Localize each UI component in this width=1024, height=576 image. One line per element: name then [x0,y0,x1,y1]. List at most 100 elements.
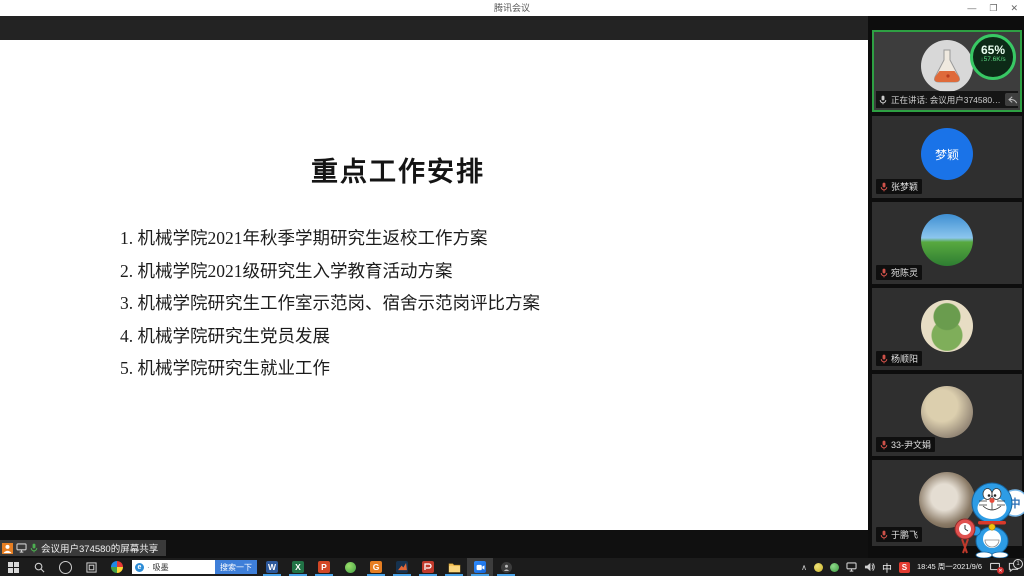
word-icon: W [266,561,278,573]
video-tile-active-speaker[interactable]: 65% ↓57.6K/s 正在讲话: 会议用户374580… [872,30,1022,112]
taskbar-app-matlab[interactable] [389,558,415,576]
mic-muted-icon [880,354,888,364]
browser-e-icon: e [135,563,144,572]
search-icon [34,562,45,573]
windows-taskbar: e · 吸墨 搜索一下 W X P G [0,558,1024,576]
tray-ime-indicator[interactable]: 中 [882,560,892,575]
mic-muted-icon [880,268,888,278]
cpu-percent: 65% [973,44,1013,56]
search-go-button[interactable]: 搜索一下 [215,560,257,574]
name-label: 于鹏飞 [876,527,922,542]
download-rate: ↓57.6K/s [973,56,1013,64]
task-view-button[interactable] [78,558,104,576]
participant-name: 张梦颖 [891,180,918,193]
slide-list-item: 4. 机械学院研究生党员发展 [120,320,540,353]
taskbar-search-button[interactable] [26,558,52,576]
red-app-icon [422,561,434,573]
avatar-landscape-photo [921,214,973,266]
slide-list-item: 2. 机械学院2021级研究生入学教育活动方案 [120,255,540,288]
speaking-status-bar: 正在讲话: 会议用户374580… [876,91,1018,108]
avatar-initials: 梦颖 [921,128,973,180]
tray-clock[interactable]: 18:45 周一 2021/9/6 [917,563,982,572]
window-title: 腾讯会议 [0,0,1024,16]
mic-muted-icon [880,530,888,540]
matlab-icon [396,561,408,573]
person-app-icon [501,562,512,573]
tray-green-icon[interactable] [830,563,839,572]
maximize-button[interactable]: ❐ [989,3,997,14]
g-app-icon: G [370,561,382,573]
window-titlebar: 腾讯会议 — ❐ ✕ [0,0,1024,16]
minimize-button[interactable]: — [967,3,976,13]
cortana-icon [59,561,72,574]
participant-name: 杨顺阳 [891,352,918,365]
notification-count-badge: 1 [1013,559,1023,569]
taskbar-search-box[interactable]: e · 吸墨 搜索一下 [132,560,257,574]
tray-sogou-icon[interactable]: S [899,562,910,573]
reply-arrow-icon[interactable] [1005,93,1018,106]
taskbar-app-dark[interactable] [493,558,519,576]
taskbar-app-powerpoint[interactable]: P [311,558,337,576]
taskbar-app-g[interactable]: G [363,558,389,576]
speaking-status-text: 正在讲话: 会议用户374580… [891,94,1001,106]
tencent-meeting-icon [474,561,486,573]
name-label: 宛陈灵 [876,265,922,280]
notification-center-icon[interactable]: 1 [1008,562,1019,572]
search-hotword: 吸墨 [153,562,169,573]
tray-network-icon[interactable] [846,562,857,572]
tray-date: 2021/9/6 [953,563,982,572]
alert-badge: ✕ [997,567,1004,574]
slide-list-item: 1. 机械学院2021年秋季学期研究生返校工作方案 [120,222,540,255]
name-label: 张梦颖 [876,179,922,194]
video-tile[interactable]: 梦颖 张梦颖 [872,116,1022,198]
name-label: 杨顺阳 [876,351,922,366]
shared-screen-top-band [0,16,868,40]
mic-active-icon [879,95,887,105]
slide-title: 重点工作安排 [0,150,796,189]
participant-name: 于鹏飞 [891,528,918,541]
share-label: 会议用户374580的屏幕共享 [41,541,158,555]
windows-logo-icon [8,562,19,573]
pinwheel-app-button[interactable] [104,558,130,576]
tray-time: 18:45 周一 [917,563,953,572]
avatar-flask [921,40,973,92]
avatar-photo [921,386,973,438]
system-tray: ∧ 中 S 18:45 周一 2021/9/6 ✕ 1 [801,560,1024,575]
taskbar-app-green[interactable] [337,558,363,576]
taskbar-app-explorer[interactable] [441,558,467,576]
taskbar-app-excel[interactable]: X [285,558,311,576]
slide-list: 1. 机械学院2021年秋季学期研究生返校工作方案 2. 机械学院2021级研究… [120,222,540,385]
tray-screen-alert-icon[interactable]: ✕ [989,562,1001,572]
video-tile[interactable]: 宛陈灵 [872,202,1022,284]
task-view-icon [86,562,97,573]
taskbar-app-word[interactable]: W [259,558,285,576]
participant-name: 宛陈灵 [891,266,918,279]
avatar-text: 梦颖 [935,146,959,163]
video-tile[interactable]: 33-尹文娟 [872,374,1022,456]
slide-list-item: 5. 机械学院研究生就业工作 [120,352,540,385]
start-button[interactable] [0,558,26,576]
mic-muted-icon [880,182,888,192]
green-app-icon [345,562,356,573]
audio-share-mic-icon [30,543,38,553]
tray-yellow-icon[interactable] [814,563,823,572]
excel-icon: X [292,561,304,573]
video-tile[interactable]: 杨顺阳 [872,288,1022,370]
tray-volume-icon[interactable] [864,562,875,572]
slide-list-item: 3. 机械学院研究生工作室示范岗、宿舍示范岗评比方案 [120,287,540,320]
cortana-button[interactable] [52,558,78,576]
taskbar-app-red[interactable] [415,558,441,576]
close-button[interactable]: ✕ [1010,3,1018,14]
network-quality-badge: 65% ↓57.6K/s [970,34,1016,80]
avatar-cartoon-photo [921,300,973,352]
powerpoint-icon: P [318,561,330,573]
doraemon-desktop-pet[interactable]: 中 [952,477,1024,558]
tray-chevron-up[interactable]: ∧ [801,563,807,572]
shared-slide: 重点工作安排 1. 机械学院2021年秋季学期研究生返校工作方案 2. 机械学院… [0,40,868,530]
name-label: 33-尹文娟 [876,437,935,452]
presenter-avatar-icon [2,543,13,554]
screen-share-indicator[interactable]: 会议用户374580的屏幕共享 [0,540,166,556]
taskbar-app-meeting[interactable] [467,558,493,576]
screen-icon [16,543,27,553]
tencent-meeting-window: 腾讯会议 — ❐ ✕ 重点工作安排 1. 机械学院2021年秋季学期研究生返校工… [0,0,1024,576]
